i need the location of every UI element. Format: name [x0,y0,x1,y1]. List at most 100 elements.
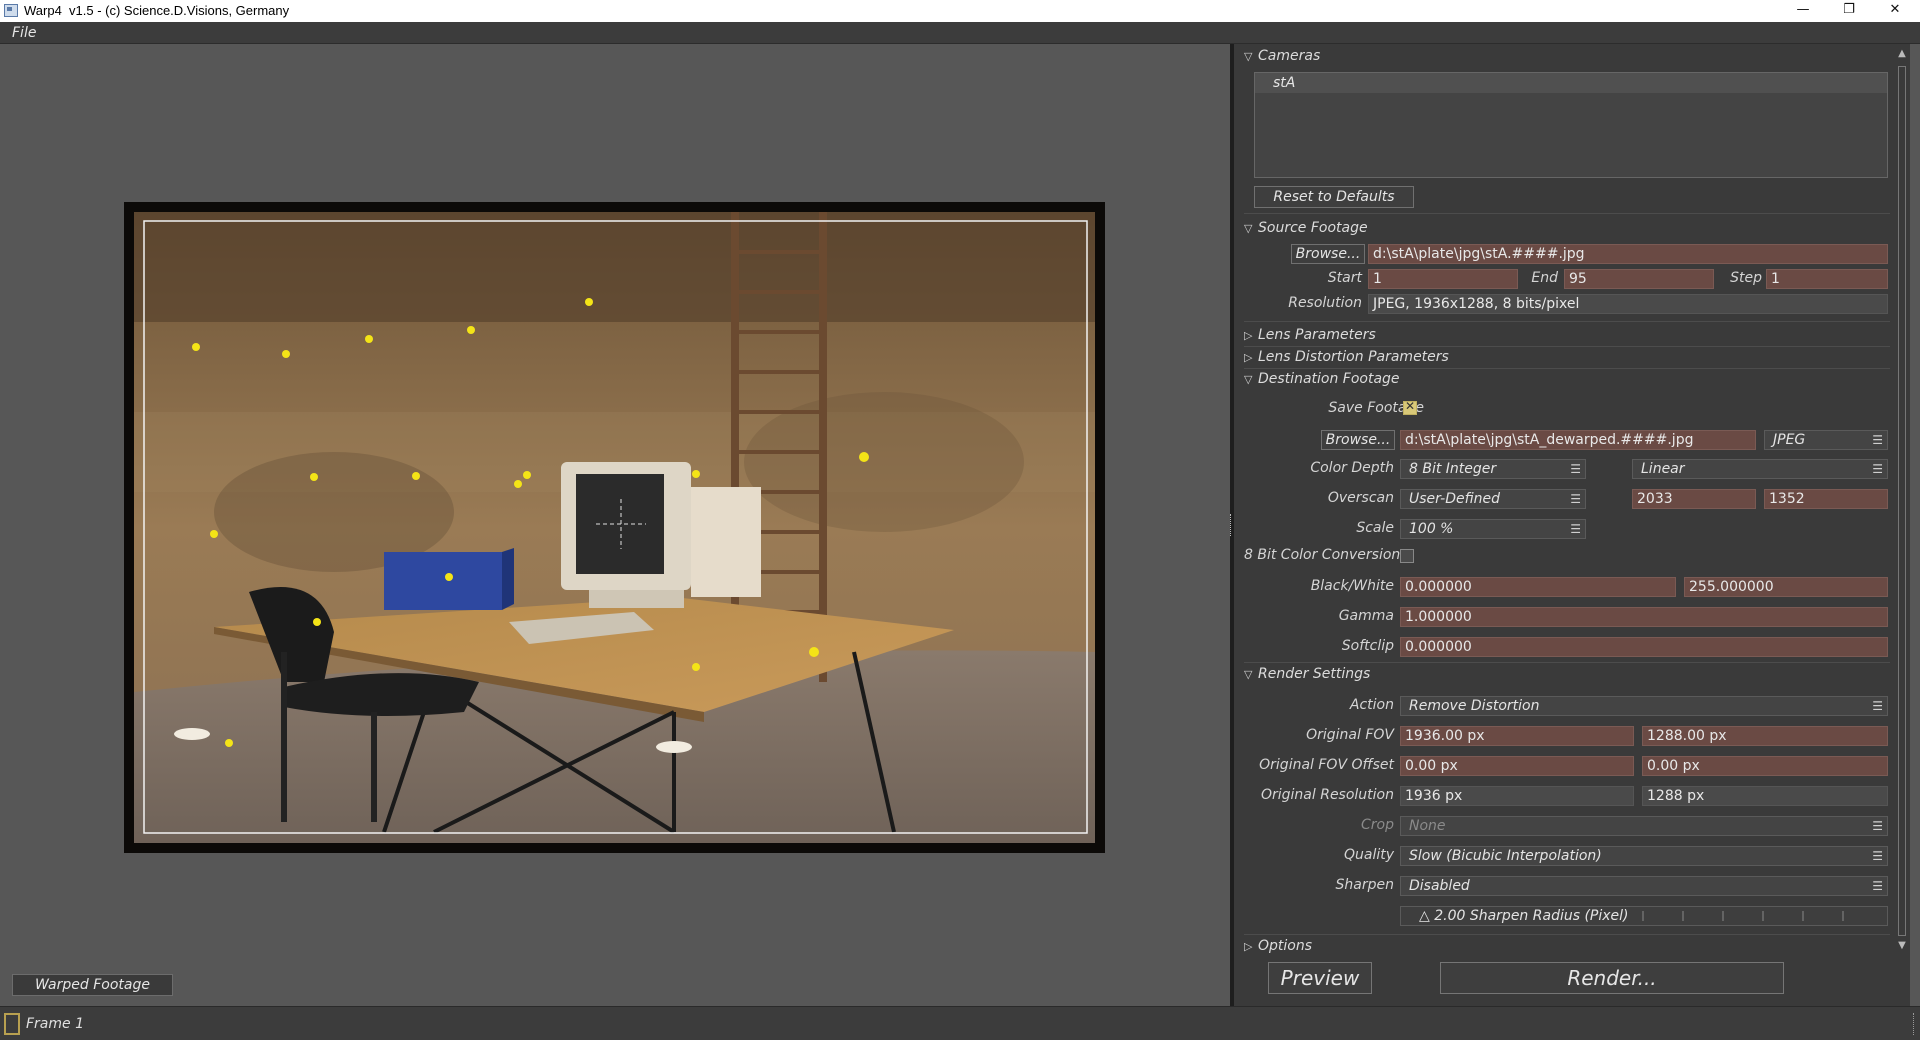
section-lens-parameters[interactable]: ▷ Lens Parameters [1244,327,1376,345]
close-button[interactable]: ✕ [1872,0,1918,22]
minimize-button[interactable]: — [1780,0,1826,22]
color-depth-dropdown[interactable]: 8 Bit Integer ☰ [1400,459,1586,479]
sharpen-value: Disabled [1409,878,1470,894]
section-options[interactable]: ▷ Options [1244,938,1312,954]
scroll-down-icon[interactable]: ▼ [1896,940,1908,952]
source-browse-button[interactable]: Browse... [1291,244,1365,264]
original-fov-label: Original FOV [1306,727,1394,743]
collapsed-triangle-icon: ▷ [1244,940,1253,953]
menu-lines-icon: ☰ [1872,433,1883,447]
action-label: Action [1349,697,1394,713]
footage-image[interactable] [124,202,1105,853]
section-cameras[interactable]: ▽ Cameras [1244,48,1320,66]
collapsed-triangle-icon: ▷ [1244,351,1253,364]
start-input[interactable]: 1 [1368,269,1518,289]
section-lens-distortion[interactable]: ▷ Lens Distortion Parameters [1244,349,1449,367]
settings-panel: ▽ Cameras stA Reset to Defaults ▽ Source F… [1234,44,1910,1006]
footage-picture [134,212,1095,843]
action-buttons: Preview Render... [1234,956,1894,1006]
original-fov-offset-x-input[interactable]: 0.00 px [1400,756,1634,776]
crop-value: None [1409,818,1446,834]
original-resolution-height: 1288 px [1642,786,1888,806]
image-viewer[interactable]: Warped Footage [0,44,1230,1006]
original-resolution-width: 1936 px [1400,786,1634,806]
source-path-input[interactable]: d:\stA\plate\jpg\stA.####.jpg [1368,244,1888,264]
gamma-input[interactable]: 1.000000 [1400,607,1888,627]
resolution-label: Resolution [1288,295,1362,311]
scroll-up-icon[interactable]: ▲ [1896,48,1908,60]
footage-scene [134,212,1095,843]
title-bar: Warp4 v1.5 - (c) Science.D.Visions, Germ… [0,0,1920,22]
menu-file[interactable]: File [12,25,36,41]
save-footage-checkbox[interactable] [1403,399,1417,415]
resize-grip-icon[interactable] [1913,1013,1916,1035]
overscan-dropdown[interactable]: User-Defined ☰ [1400,489,1586,509]
format-dropdown[interactable]: JPEG ☰ [1764,430,1888,450]
vertical-scrollbar[interactable]: ▲ ▼ [1894,48,1910,954]
section-destination-footage[interactable]: ▽ Destination Footage [1244,371,1400,389]
preview-button[interactable]: Preview [1268,962,1372,994]
camera-list-item[interactable]: stA [1255,73,1887,93]
frame-label: Frame 1 [26,1016,84,1032]
section-lens-parameters-label: Lens Parameters [1258,327,1376,343]
sharpen-radius-slider[interactable]: △ 2.00 Sharpen Radius (Pixel) [1400,906,1888,926]
overscan-width-input[interactable]: 2033 [1632,489,1756,509]
sharpen-dropdown[interactable]: Disabled ☰ [1400,876,1888,896]
warped-footage-button[interactable]: Warped Footage [12,974,173,996]
menu-lines-icon: ☰ [1872,699,1883,713]
settings-scroll-area[interactable]: ▽ Cameras stA Reset to Defaults ▽ Source F… [1234,44,1894,954]
collapsed-triangle-icon: ▷ [1244,329,1253,342]
color-depth-label: Color Depth [1310,460,1394,476]
menu-lines-icon: ☰ [1872,849,1883,863]
restore-button[interactable]: ❐ [1826,0,1872,22]
window-title: Warp4 v1.5 - (c) Science.D.Visions, Germ… [24,3,290,18]
divider [1244,368,1890,369]
color-space-dropdown[interactable]: Linear ☰ [1632,459,1888,479]
original-fov-offset-label: Original FOV Offset [1259,757,1394,773]
resolution-value: JPEG, 1936x1288, 8 bits/pixel [1368,294,1888,314]
crop-dropdown[interactable]: None ☰ [1400,816,1888,836]
section-render-settings[interactable]: ▽ Render Settings [1244,666,1370,684]
scale-value: 100 % [1409,521,1454,537]
app-icon [4,4,18,17]
section-source-footage[interactable]: ▽ Source Footage [1244,220,1368,238]
bit-conversion-checkbox[interactable] [1400,549,1414,563]
destination-path-input[interactable]: d:\stA\plate\jpg\stA_dewarped.####.jpg [1400,430,1756,450]
camera-list[interactable]: stA [1254,72,1888,178]
gamma-label: Gamma [1338,608,1394,624]
step-input[interactable]: 1 [1766,269,1888,289]
quality-dropdown[interactable]: Slow (Bicubic Interpolation) ☰ [1400,846,1888,866]
action-dropdown[interactable]: Remove Distortion ☰ [1400,696,1888,716]
sharpen-label: Sharpen [1335,877,1394,893]
section-destination-footage-label: Destination Footage [1258,371,1400,387]
white-input[interactable]: 255.000000 [1684,577,1888,597]
action-value: Remove Distortion [1409,698,1540,714]
crop-label: Crop [1361,817,1394,833]
scroll-thumb[interactable] [1898,66,1906,936]
end-input[interactable]: 95 [1564,269,1714,289]
overscan-height-input[interactable]: 1352 [1764,489,1888,509]
destination-browse-button[interactable]: Browse... [1321,430,1395,450]
scale-dropdown[interactable]: 100 % ☰ [1400,519,1586,539]
step-label: Step [1730,270,1762,286]
section-lens-distortion-label: Lens Distortion Parameters [1258,349,1449,365]
scale-label: Scale [1356,520,1394,536]
expanded-triangle-icon: ▽ [1244,373,1253,386]
color-space-value: Linear [1641,461,1685,477]
status-bar: Frame 1 [0,1006,1920,1040]
softclip-input[interactable]: 0.000000 [1400,637,1888,657]
reset-defaults-button[interactable]: Reset to Defaults [1254,186,1414,208]
expanded-triangle-icon: ▽ [1244,222,1253,235]
frame-icon [4,1013,20,1035]
render-button[interactable]: Render... [1440,962,1784,994]
start-label: Start [1327,270,1362,286]
softclip-label: Softclip [1341,638,1394,654]
divider [1244,934,1890,935]
original-fov-offset-y-input[interactable]: 0.00 px [1642,756,1888,776]
divider [1244,213,1890,214]
expanded-triangle-icon: ▽ [1244,50,1253,63]
original-fov-width-input[interactable]: 1936.00 px [1400,726,1634,746]
black-input[interactable]: 0.000000 [1400,577,1676,597]
original-fov-height-input[interactable]: 1288.00 px [1642,726,1888,746]
menu-bar: File [0,22,1920,44]
